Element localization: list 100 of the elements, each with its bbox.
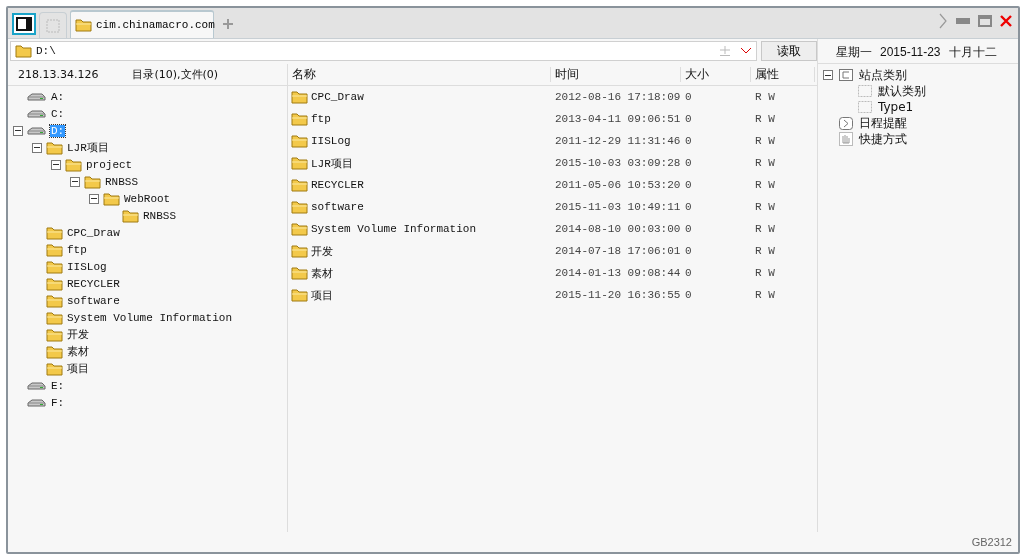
folder-icon [291, 90, 308, 104]
folder-icon [122, 208, 139, 223]
table-cell: R W [755, 201, 775, 213]
table-cell: 2013-04-11 09:06:51 [555, 113, 681, 125]
file-name[interactable]: LJR项目 [311, 155, 353, 171]
file-name[interactable]: software [311, 201, 364, 213]
file-name[interactable]: RECYCLER [311, 179, 364, 191]
date-text: 2015-11-23 [880, 45, 941, 59]
column-header[interactable]: 大小 [681, 67, 751, 82]
table-cell: 2014-01-13 09:08:44 [555, 267, 681, 279]
encoding-label: GB2312 [971, 536, 1012, 548]
folder-icon [291, 266, 308, 280]
site-tab[interactable]: cim.chinamacro.com [70, 10, 214, 38]
table-cell: 0 [685, 157, 692, 169]
file-name[interactable]: 开发 [311, 243, 333, 259]
folder-icon [75, 18, 92, 32]
collapse-icon[interactable] [89, 193, 99, 204]
panel-tab[interactable] [12, 13, 36, 35]
folder-icon [46, 310, 63, 325]
collapse-icon[interactable] [70, 176, 80, 187]
table-cell: R W [755, 91, 775, 103]
file-name[interactable]: IISLog [311, 135, 351, 147]
weekday: 星期一 [836, 43, 872, 61]
side-tree-item[interactable]: 快捷方式 [858, 130, 908, 148]
side-tree-item[interactable]: 默认类别 [877, 82, 927, 100]
table-cell: R W [755, 289, 775, 301]
dropdown-icon[interactable] [740, 47, 752, 55]
table-cell: 0 [685, 245, 692, 257]
tree-item[interactable]: System Volume Information [66, 311, 234, 324]
collapse-icon[interactable] [51, 159, 61, 170]
folder-icon [291, 156, 308, 170]
address-field[interactable]: D:\ [10, 41, 757, 61]
tree-item[interactable]: LJR项目 [66, 140, 110, 155]
column-header[interactable]: 名称 [288, 67, 551, 82]
drive-icon [27, 379, 47, 392]
collapse-icon[interactable] [32, 142, 42, 153]
folder-icon [46, 276, 63, 291]
tree-item[interactable]: software [66, 294, 121, 307]
tree-item[interactable]: A: [50, 90, 66, 103]
folder-icon [46, 225, 63, 240]
table-cell: 2011-12-29 11:31:46 [555, 135, 681, 147]
side-tree-item[interactable]: 日程提醒 [858, 114, 908, 132]
tree-item[interactable]: RNBSS [104, 175, 139, 188]
side-tree-item[interactable]: Type1 [877, 100, 915, 114]
folder-summary: 目录(10),文件(0) [132, 67, 219, 82]
maximize-icon[interactable] [978, 15, 992, 27]
side-tree-item[interactable]: 站点类别 [858, 66, 908, 84]
tree-item[interactable]: ftp [66, 243, 88, 256]
table-cell: 0 [685, 267, 692, 279]
folder-icon [46, 344, 63, 359]
table-cell: 2015-10-03 03:09:28 [555, 157, 681, 169]
tree-item[interactable]: RNBSS [142, 209, 177, 222]
folder-icon [46, 242, 63, 257]
file-name[interactable]: ftp [311, 113, 331, 125]
table-cell: 0 [685, 179, 692, 191]
address-text: D:\ [36, 45, 57, 57]
close-icon[interactable] [1000, 15, 1012, 27]
tree-item[interactable]: project [85, 158, 134, 171]
tree-item[interactable]: WebRoot [123, 192, 172, 205]
tree-item[interactable]: 素材 [66, 344, 90, 359]
table-cell: 2015-11-03 10:49:11 [555, 201, 681, 213]
folder-icon [46, 293, 63, 308]
folder-icon [291, 288, 308, 302]
tree-item[interactable]: E: [50, 379, 66, 392]
table-cell: 2014-08-10 00:03:00 [555, 223, 681, 235]
table-cell: R W [755, 223, 775, 235]
drive-icon [27, 124, 47, 137]
folder-icon [291, 200, 308, 214]
collapse-icon[interactable] [13, 125, 23, 136]
file-name[interactable]: 项目 [311, 287, 333, 303]
column-header[interactable]: 时间 [551, 67, 681, 82]
collapse-icon[interactable] [823, 70, 833, 80]
lunar-date: 十月十二 [948, 43, 997, 61]
folder-icon [84, 174, 101, 189]
table-cell: 2011-05-06 10:53:20 [555, 179, 681, 191]
file-name[interactable]: System Volume Information [311, 223, 477, 235]
folder-icon [46, 361, 63, 376]
drive-icon [27, 90, 47, 103]
file-name[interactable]: 素材 [311, 265, 333, 281]
column-header[interactable]: 属性 [751, 67, 815, 82]
host-address: 218.13.34.126 [18, 68, 99, 81]
tree-item[interactable]: RECYCLER [66, 277, 121, 290]
folder-icon [291, 222, 308, 236]
table-cell: 2015-11-20 16:36:55 [555, 289, 681, 301]
tree-item[interactable]: 开发 [66, 327, 90, 342]
folder-icon [291, 178, 308, 192]
table-cell: R W [755, 157, 775, 169]
tree-item[interactable]: F: [50, 396, 66, 409]
table-cell: 0 [685, 91, 692, 103]
tree-item[interactable]: 项目 [66, 361, 90, 376]
drive-icon [27, 107, 47, 120]
table-cell: 0 [685, 201, 692, 213]
folder-icon [46, 327, 63, 342]
tree-item[interactable]: IISLog [66, 260, 108, 273]
folder-icon [65, 157, 82, 172]
file-name[interactable]: CPC_Draw [311, 91, 364, 103]
read-button[interactable]: 读取 [761, 41, 817, 61]
tree-item[interactable]: C: [50, 107, 66, 120]
table-cell: 0 [685, 135, 692, 147]
tree-item[interactable]: CPC_Draw [66, 226, 121, 239]
